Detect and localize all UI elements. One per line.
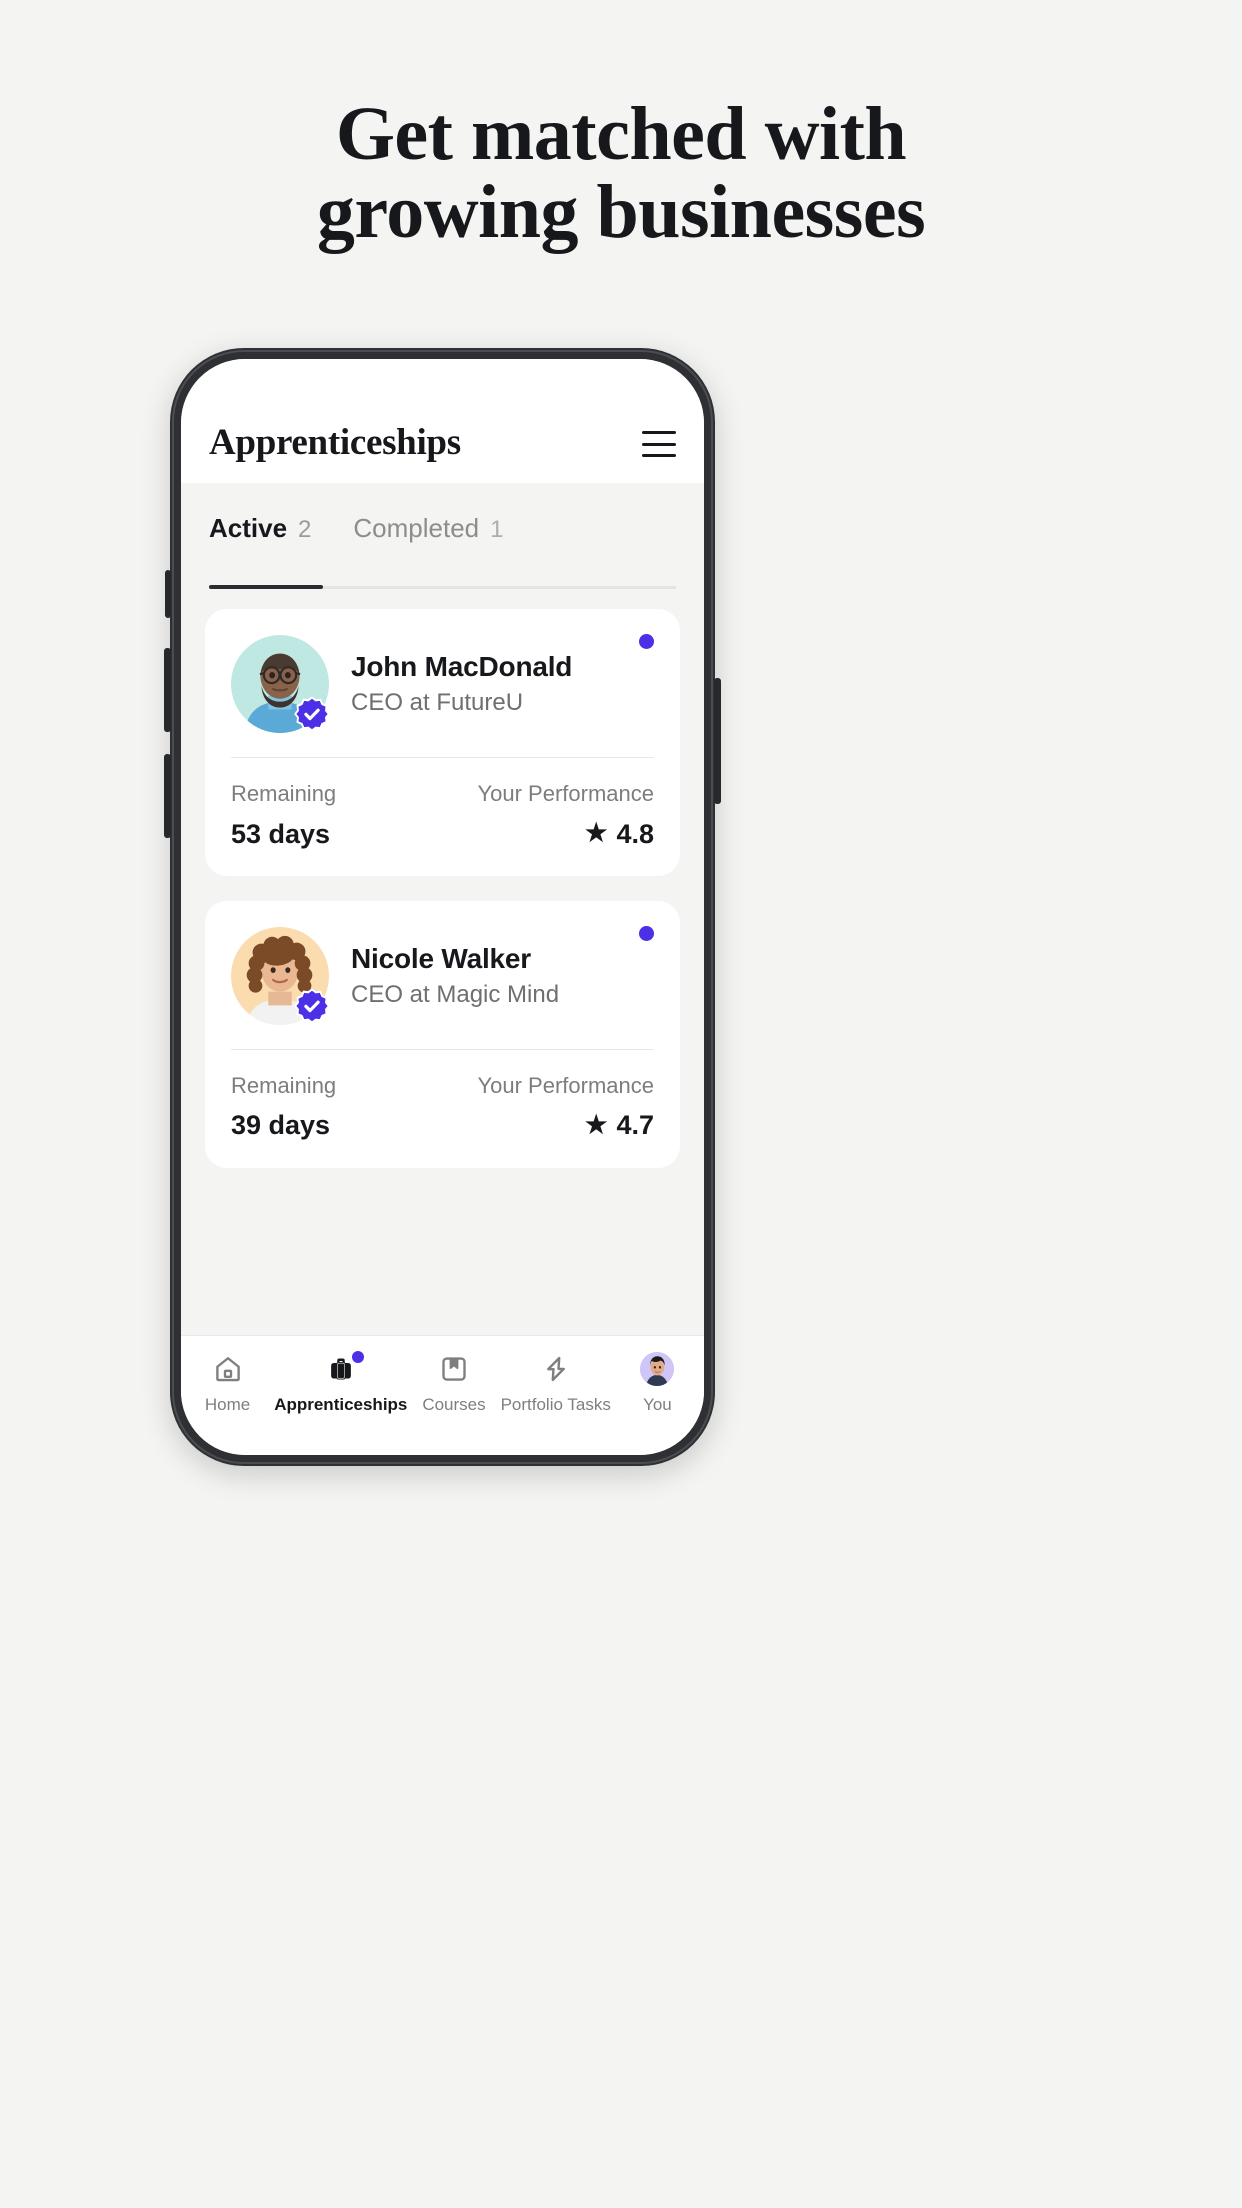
remaining-label: Remaining bbox=[231, 1072, 337, 1098]
headline-line-2: growing businesses bbox=[316, 169, 926, 254]
performance-value-row: ★ 4.7 bbox=[477, 1109, 654, 1141]
tab-active[interactable]: Active 2 bbox=[209, 513, 311, 550]
tab-completed-label: Completed bbox=[353, 513, 480, 543]
remaining-label: Remaining bbox=[231, 781, 337, 806]
hamburger-bar bbox=[642, 454, 676, 457]
unread-dot-badge bbox=[639, 634, 654, 649]
headline-line-1: Get matched with bbox=[335, 92, 907, 176]
phone-mockup: Apprenticeships Active 2 Completed 1 Joh… bbox=[164, 348, 721, 1466]
performance-value: 4.7 bbox=[616, 1110, 654, 1141]
volume-up-button[interactable] bbox=[164, 648, 171, 732]
verified-badge-icon bbox=[293, 695, 331, 733]
person-name: John MacDonald bbox=[351, 650, 573, 682]
nav-label-home: Home bbox=[204, 1395, 251, 1414]
person-info: John MacDonald CEO at FutureU bbox=[351, 650, 572, 718]
nav-label-apprenticeships: Apprenticeships bbox=[274, 1395, 408, 1414]
person-role: CEO at FutureU bbox=[351, 689, 524, 717]
verified-badge-icon bbox=[293, 987, 331, 1025]
performance-stat: Your Performance ★ 4.7 bbox=[477, 1072, 654, 1142]
card-header: John MacDonald CEO at FutureU bbox=[231, 635, 654, 757]
remaining-value: 39 days bbox=[231, 1110, 331, 1141]
avatar bbox=[231, 635, 331, 733]
nav-item-courses[interactable]: Courses bbox=[407, 1352, 500, 1415]
apprenticeship-card[interactable]: Nicole Walker CEO at Magic Mind Remainin… bbox=[205, 900, 680, 1168]
hamburger-icon[interactable] bbox=[642, 431, 676, 457]
performance-value-row: ★ 4.8 bbox=[477, 818, 654, 850]
briefcase-icon bbox=[324, 1351, 364, 1386]
tab-bar: Active 2 Completed 1 bbox=[181, 483, 704, 597]
nav-item-portfolio-tasks[interactable]: Portfolio Tasks bbox=[501, 1352, 611, 1415]
profile-avatar-icon bbox=[640, 1352, 675, 1386]
bottom-navigation-bar: Home Apprenticeships Courses Portfolio T… bbox=[181, 1335, 704, 1455]
card-stats: Remaining 53 days Your Performance ★ 4.8 bbox=[231, 780, 654, 850]
remaining-stat: Remaining 53 days bbox=[231, 780, 336, 850]
remaining-value: 53 days bbox=[231, 818, 331, 849]
person-info: Nicole Walker CEO at Magic Mind bbox=[351, 942, 559, 1010]
avatar bbox=[231, 926, 331, 1025]
app-store-screenshot: Get matched with growing businesses Appr… bbox=[0, 0, 1242, 2208]
performance-label: Your Performance bbox=[477, 781, 654, 806]
person-name: Nicole Walker bbox=[351, 942, 531, 974]
nav-label-courses: Courses bbox=[422, 1395, 486, 1414]
home-icon bbox=[211, 1352, 245, 1386]
power-button[interactable] bbox=[714, 678, 721, 804]
phone-screen: Apprenticeships Active 2 Completed 1 Joh… bbox=[181, 359, 704, 1455]
volume-down-button[interactable] bbox=[164, 754, 171, 838]
card-divider bbox=[231, 1048, 654, 1050]
bookmark-square-icon bbox=[437, 1352, 471, 1386]
card-divider bbox=[231, 757, 654, 758]
hamburger-bar bbox=[642, 442, 676, 446]
silent-switch[interactable] bbox=[165, 570, 171, 618]
performance-stat: Your Performance ★ 4.8 bbox=[477, 780, 654, 850]
apprenticeship-card[interactable]: John MacDonald CEO at FutureU Remaining … bbox=[205, 609, 680, 876]
tab-completed-count: 1 bbox=[490, 516, 504, 543]
nav-item-you[interactable]: You bbox=[611, 1352, 704, 1415]
nav-label-you: You bbox=[643, 1395, 672, 1414]
performance-value: 4.8 bbox=[616, 818, 654, 849]
star-icon: ★ bbox=[585, 1111, 608, 1140]
apprenticeship-list: John MacDonald CEO at FutureU Remaining … bbox=[181, 597, 704, 1335]
performance-label: Your Performance bbox=[477, 1072, 654, 1098]
star-icon: ★ bbox=[585, 819, 608, 848]
app-header: Apprenticeships bbox=[181, 359, 704, 483]
tab-active-label: Active bbox=[209, 513, 288, 543]
page-title: Get matched with growing businesses bbox=[0, 95, 1242, 254]
hamburger-bar bbox=[642, 431, 676, 434]
nav-badge-dot bbox=[351, 1351, 364, 1363]
tab-completed[interactable]: Completed 1 bbox=[353, 513, 503, 550]
nav-item-apprenticeships[interactable]: Apprenticeships bbox=[274, 1351, 408, 1415]
card-header: Nicole Walker CEO at Magic Mind bbox=[231, 926, 654, 1049]
tab-active-count: 2 bbox=[298, 516, 312, 543]
card-stats: Remaining 39 days Your Performance ★ 4.7 bbox=[231, 1072, 654, 1142]
nav-item-home[interactable]: Home bbox=[181, 1352, 274, 1415]
nav-label-portfolio-tasks: Portfolio Tasks bbox=[500, 1395, 611, 1414]
remaining-stat: Remaining 39 days bbox=[231, 1072, 336, 1142]
person-role: CEO at Magic Mind bbox=[351, 981, 560, 1009]
lightning-bolt-icon bbox=[539, 1352, 573, 1386]
tab-active-indicator bbox=[209, 585, 323, 589]
app-title: Apprenticeships bbox=[209, 422, 461, 463]
unread-dot-badge bbox=[639, 925, 654, 941]
